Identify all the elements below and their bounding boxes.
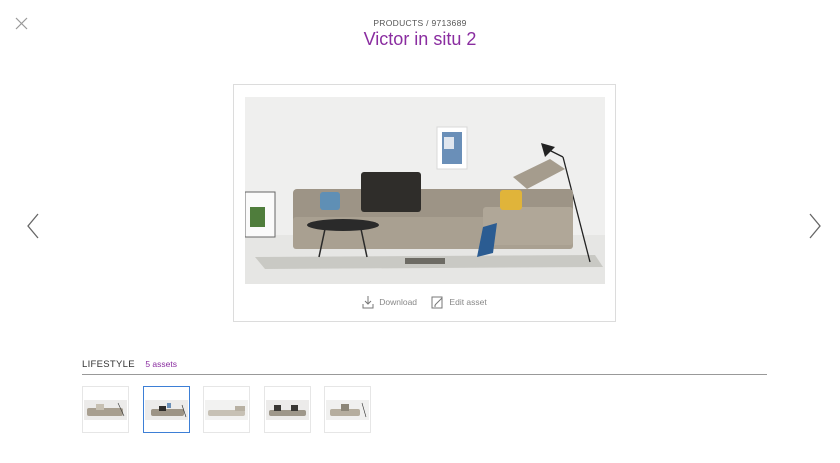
- edit-asset-button[interactable]: Edit asset: [431, 295, 487, 309]
- chevron-right-icon: [809, 213, 821, 239]
- edit-icon: [431, 296, 443, 309]
- sofa-scene-image: [245, 97, 605, 284]
- thumbnail-2[interactable]: [143, 386, 190, 433]
- thumbnail-image-4: [266, 400, 309, 420]
- thumbnail-image-3: [205, 400, 248, 420]
- thumbnail-1[interactable]: [82, 386, 129, 433]
- breadcrumb-section[interactable]: PRODUCTS: [373, 18, 423, 28]
- asset-image[interactable]: [245, 97, 605, 284]
- download-icon: [362, 296, 374, 309]
- asset-preview-card: Download Edit asset: [233, 84, 616, 322]
- edit-asset-label: Edit asset: [449, 297, 487, 307]
- previous-asset-button[interactable]: [26, 213, 40, 239]
- breadcrumb-separator: /: [426, 18, 429, 28]
- thumbnail-5[interactable]: [324, 386, 371, 433]
- chevron-left-icon: [27, 213, 39, 239]
- download-button[interactable]: Download: [362, 295, 417, 309]
- next-asset-button[interactable]: [808, 213, 822, 239]
- thumbnail-3[interactable]: [203, 386, 250, 433]
- collection-header: LIFESTYLE 5 assets: [82, 354, 767, 375]
- breadcrumb-id: 9713689: [431, 18, 467, 28]
- download-label: Download: [379, 297, 418, 307]
- collection-count: 5 assets: [145, 359, 177, 369]
- page-title: Victor in situ 2: [363, 29, 477, 49]
- thumbnail-4[interactable]: [264, 386, 311, 433]
- asset-actions: Download Edit asset: [234, 295, 615, 311]
- thumbnail-image-1: [84, 400, 127, 420]
- collection-title: LIFESTYLE: [82, 359, 135, 370]
- thumbnail-image-2: [145, 400, 188, 420]
- thumbnail-image-5: [326, 400, 369, 420]
- breadcrumb: PRODUCTS / 9713689: [0, 18, 840, 28]
